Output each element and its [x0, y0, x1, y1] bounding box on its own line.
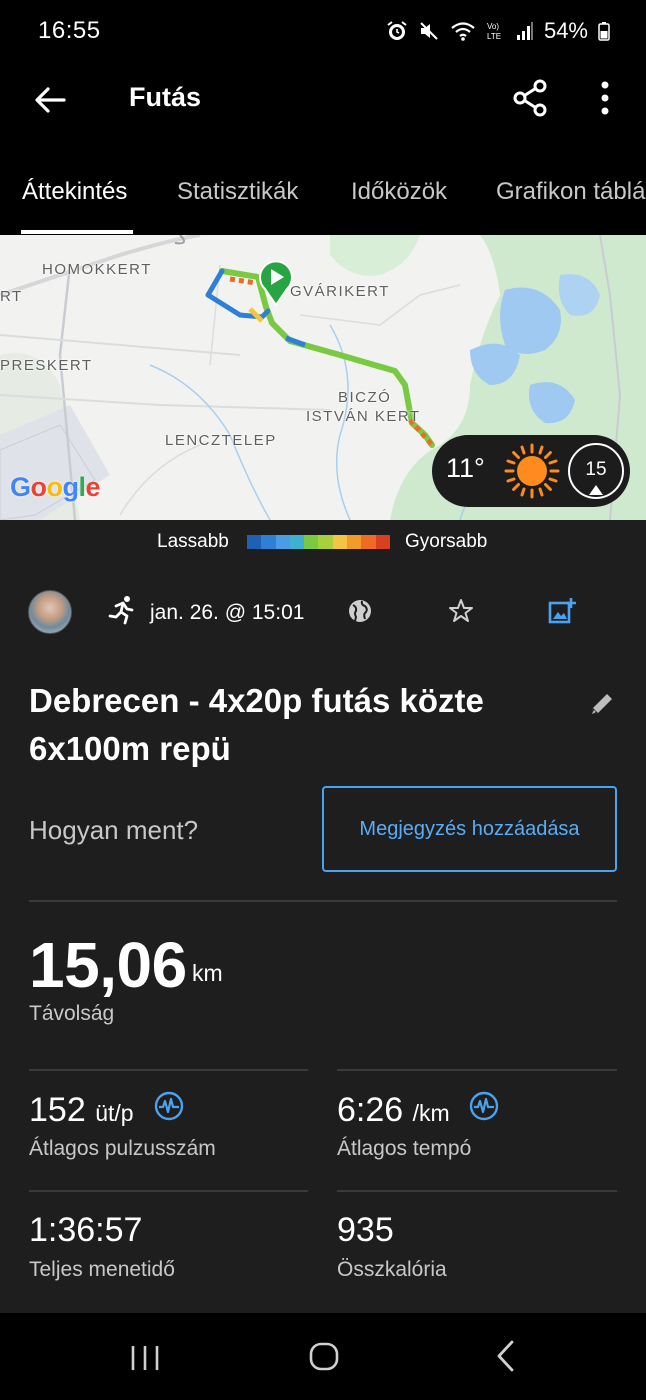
activity-title: Debrecen - 4x20p futás közte 6x100m repü	[29, 682, 484, 767]
mute-icon	[420, 22, 438, 40]
calories-label: Összkalória	[337, 1258, 447, 1281]
wind-indicator: 15	[568, 443, 624, 499]
section-divider	[29, 900, 617, 902]
calories-value: 935	[337, 1211, 394, 1249]
pace-color-swatch	[318, 535, 333, 549]
weather-temperature: 11°	[446, 453, 485, 483]
avg-hr-unit: üt/p	[95, 1100, 134, 1126]
globe-icon[interactable]	[347, 598, 373, 624]
distance-label: Távolság	[29, 1002, 115, 1025]
distance-value: 15,06	[29, 929, 187, 1001]
map-label-rt: RT	[0, 288, 23, 305]
map-label-biczo: BICZÓ	[338, 389, 392, 406]
star-icon[interactable]	[448, 598, 474, 624]
pace-color-swatch	[347, 535, 362, 549]
app-bar: Futás	[0, 62, 646, 136]
wind-direction-icon	[589, 485, 603, 495]
sun-icon	[504, 443, 560, 499]
status-icons: Vo) LTE 54%	[386, 18, 610, 44]
feeling-prompt[interactable]: Hogyan ment?	[29, 815, 198, 846]
wind-speed: 15	[585, 459, 607, 480]
svg-text:LTE: LTE	[487, 32, 501, 41]
total-time-value: 1:36:57	[29, 1211, 143, 1249]
tab-charts[interactable]: Grafikon táblá	[496, 178, 645, 206]
avg-hr-stat: 152 üt/p	[29, 1091, 134, 1130]
google-logo: Google	[10, 472, 101, 502]
total-time-label: Teljes menetidő	[29, 1258, 175, 1281]
back-arrow-icon[interactable]	[30, 80, 70, 120]
edit-pencil-icon[interactable]	[588, 690, 616, 718]
running-icon	[108, 596, 134, 625]
legend-faster-label: Gyorsabb	[405, 531, 488, 552]
battery-percent: 54%	[543, 18, 588, 43]
map-label-preskert: PRESKERT	[0, 357, 93, 374]
hr-chart-icon[interactable]	[154, 1091, 184, 1121]
tab-statistics[interactable]: Statisztikák	[177, 178, 298, 206]
distance-unit: km	[192, 960, 223, 986]
system-back-icon[interactable]	[494, 1340, 518, 1372]
signal-icon	[516, 22, 533, 40]
more-vert-icon[interactable]	[590, 78, 620, 118]
weather-widget[interactable]: 11° 15	[432, 435, 630, 507]
pace-chart-icon[interactable]	[469, 1091, 499, 1121]
map-label-gvarikert: GVÁRIKERT	[290, 283, 390, 300]
pace-color-swatch	[375, 535, 390, 549]
add-note-label: Megjegyzés hozzáadása	[359, 817, 580, 840]
stat-divider	[29, 1069, 308, 1071]
avg-pace-stat: 6:26 /km	[337, 1091, 450, 1130]
stat-divider	[337, 1190, 617, 1192]
map-label-homokkert: HOMOKKERT	[42, 261, 152, 278]
activity-info-row: jan. 26. @ 15:01	[0, 585, 646, 641]
add-photo-icon[interactable]	[547, 596, 577, 626]
tab-overview[interactable]: Áttekintés	[22, 178, 127, 206]
alarm-icon	[387, 21, 407, 40]
legend-slower-label: Lassabb	[157, 531, 229, 552]
avg-pace-unit: /km	[412, 1100, 450, 1126]
pace-color-swatch	[247, 535, 262, 549]
pace-color-swatch	[275, 535, 290, 549]
pace-color-swatch	[361, 535, 376, 549]
wifi-icon	[451, 22, 475, 41]
avg-hr-label: Átlagos pulzusszám	[29, 1137, 216, 1160]
page-title: Futás	[129, 82, 202, 112]
pace-legend: Lassabb Gyorsabb	[0, 520, 646, 564]
status-time: 16:55	[38, 17, 101, 44]
svg-text:Vo): Vo)	[487, 22, 499, 31]
status-bar: 16:55 Vo) LTE 54%	[0, 0, 646, 62]
volte-icon: Vo) LTE	[487, 22, 501, 41]
battery-icon	[598, 22, 610, 41]
share-icon[interactable]	[511, 78, 551, 118]
activity-date: jan. 26. @ 15:01	[150, 601, 305, 624]
avg-pace-label: Átlagos tempó	[337, 1137, 472, 1160]
tab-intervals[interactable]: Időközök	[351, 178, 447, 206]
map-label-lencztelep: LENCZTELEP	[165, 432, 277, 449]
avg-pace-value: 6:26	[337, 1091, 404, 1129]
tab-bar: Áttekintés Statisztikák Időközök Grafiko…	[0, 136, 646, 235]
home-icon[interactable]	[309, 1341, 339, 1371]
recent-apps-icon[interactable]	[130, 1343, 160, 1373]
stat-divider	[29, 1190, 308, 1192]
stat-divider	[337, 1069, 617, 1071]
map-label-istvan-kert: ISTVÁN KERT	[306, 408, 421, 425]
pace-color-swatch	[261, 535, 276, 549]
avg-hr-value: 152	[29, 1091, 86, 1129]
pace-color-swatch	[289, 535, 305, 549]
pace-color-swatch	[332, 535, 348, 549]
active-tab-indicator	[21, 230, 133, 234]
avatar[interactable]	[28, 590, 72, 634]
system-nav-bar	[0, 1313, 646, 1400]
pace-color-swatch	[304, 535, 319, 549]
add-note-button[interactable]: Megjegyzés hozzáadása	[322, 786, 617, 872]
pace-color-scale	[247, 535, 390, 549]
